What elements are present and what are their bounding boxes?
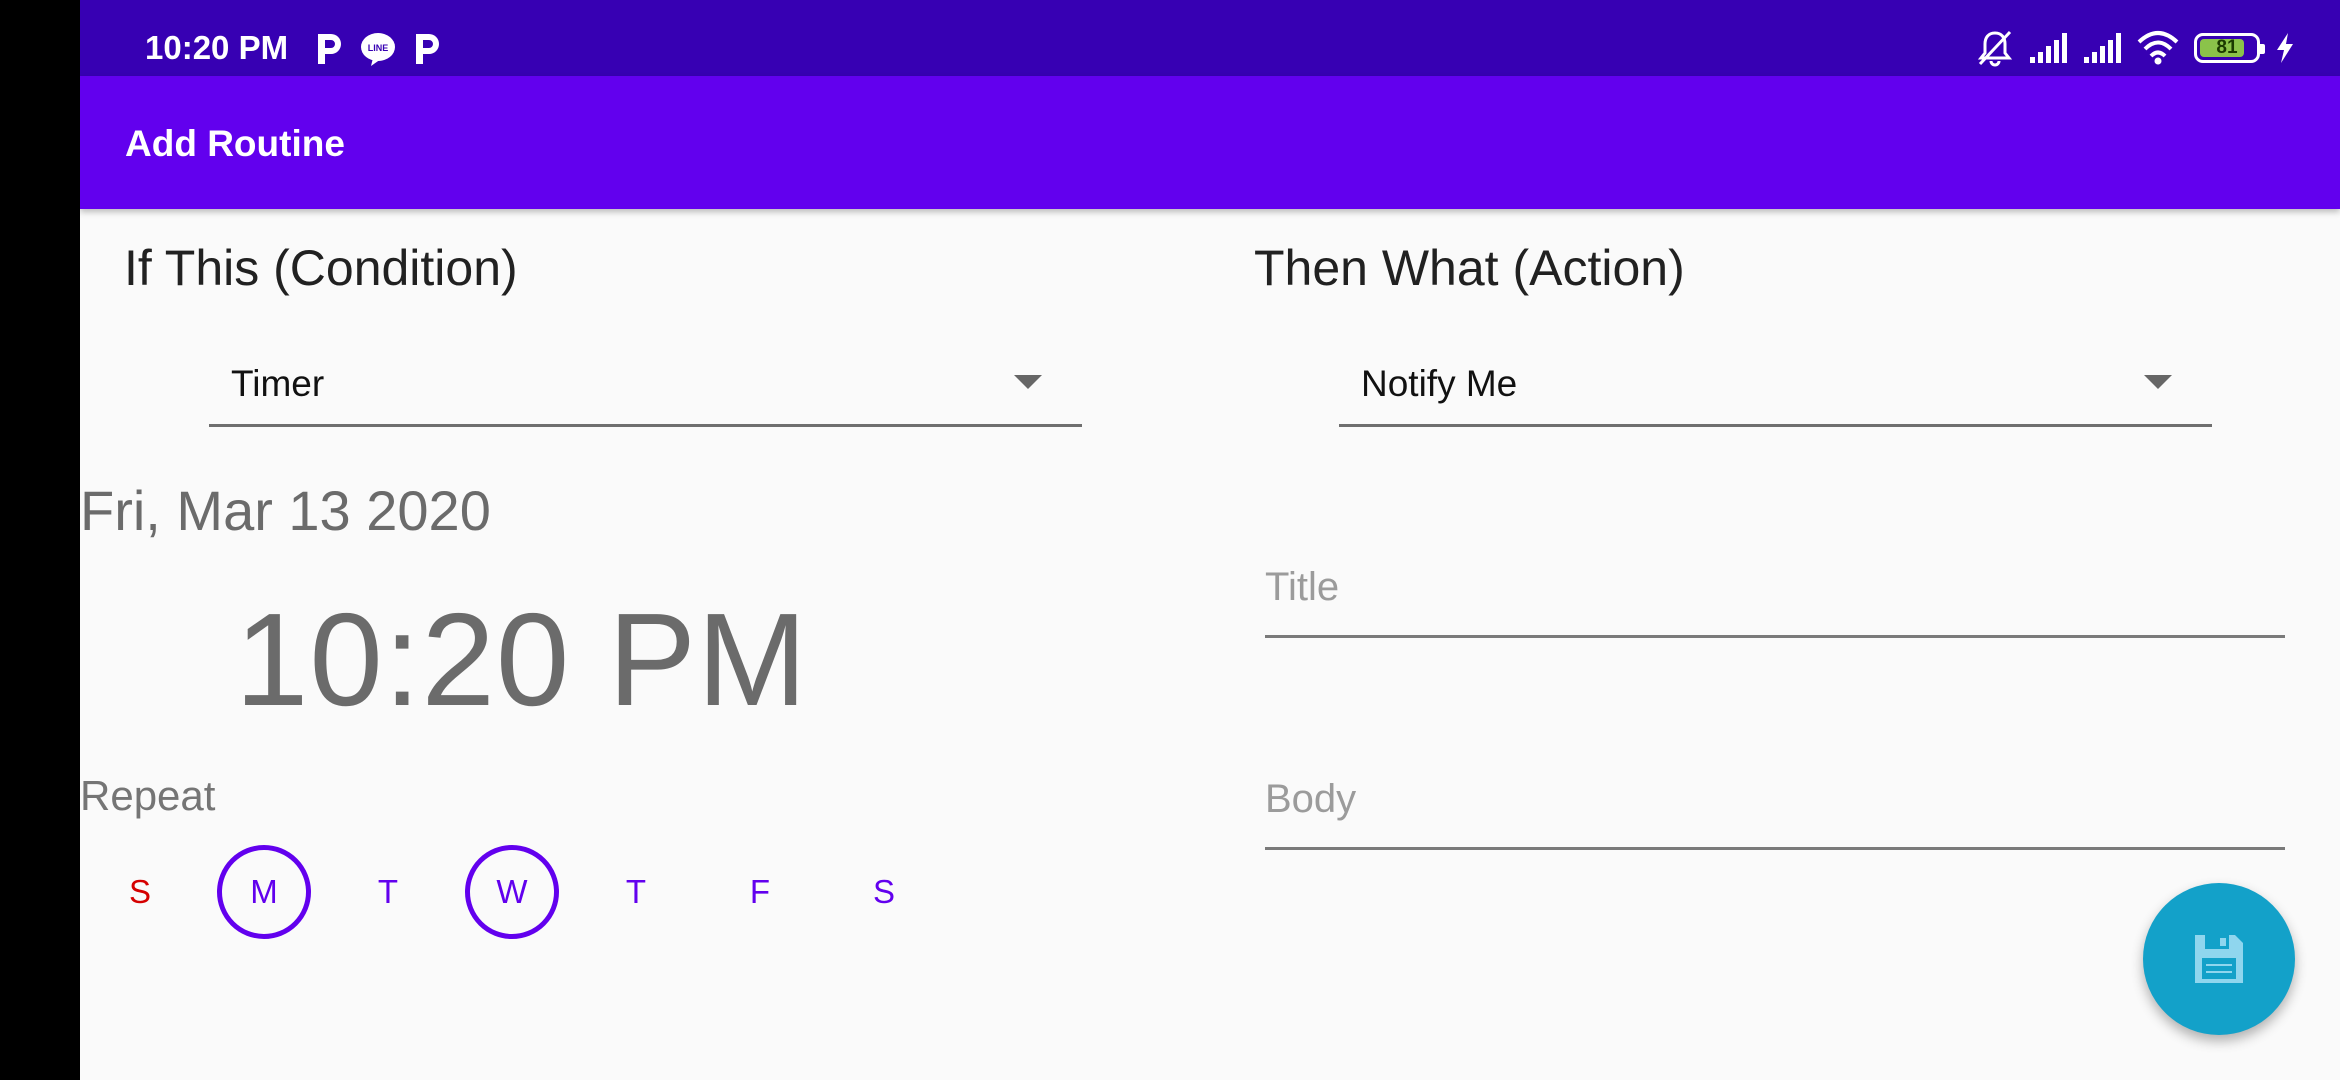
day-toggle-saturday[interactable]: S	[837, 845, 931, 939]
signal-icon	[2030, 33, 2067, 63]
condition-heading: If This (Condition)	[124, 240, 518, 296]
save-icon	[2195, 935, 2243, 983]
p-app-icon	[318, 34, 341, 64]
title-field[interactable]	[1265, 554, 2285, 638]
battery-icon: 81	[2194, 33, 2265, 63]
p-app-icon	[416, 34, 439, 64]
status-time: 10:20 PM	[145, 29, 289, 66]
body-field[interactable]	[1265, 766, 2285, 850]
charging-icon	[2277, 33, 2293, 63]
line-app-icon: LINE	[361, 33, 395, 66]
day-toggle-monday[interactable]: M	[217, 845, 311, 939]
condition-spinner[interactable]: Timer	[209, 347, 1082, 427]
signal-icon	[2084, 33, 2121, 63]
page-title: Add Routine	[125, 123, 345, 164]
app-bar: Add Routine	[80, 76, 2340, 209]
day-toggle-wednesday[interactable]: W	[465, 845, 559, 939]
day-toggle-sunday[interactable]: S	[93, 845, 187, 939]
status-bar: 10:20 PM LINE 81	[80, 0, 2340, 76]
day-toggle-friday[interactable]: F	[713, 845, 807, 939]
time-picker[interactable]: 10:20 PM	[235, 582, 808, 738]
screen: 10:20 PM LINE 81 Add Routine If This (Co…	[80, 0, 2340, 1080]
svg-text:LINE: LINE	[368, 43, 389, 53]
dropdown-arrow-icon	[1014, 375, 1042, 389]
repeat-label: Repeat	[80, 772, 216, 819]
day-toggle-tuesday[interactable]: T	[341, 845, 435, 939]
save-button[interactable]	[2143, 883, 2295, 1035]
action-spinner[interactable]: Notify Me	[1339, 347, 2212, 427]
day-toggle-thursday[interactable]: T	[589, 845, 683, 939]
action-heading: Then What (Action)	[1254, 240, 1685, 296]
wifi-icon	[2137, 31, 2179, 65]
battery-level: 81	[2216, 37, 2238, 58]
date-picker[interactable]: Fri, Mar 13 2020	[80, 478, 491, 544]
body-input[interactable]	[1265, 774, 2285, 824]
condition-spinner-value: Timer	[231, 363, 325, 404]
title-input[interactable]	[1265, 562, 2285, 612]
dropdown-arrow-icon	[2144, 375, 2172, 389]
bell-off-icon	[1977, 30, 2013, 67]
action-spinner-value: Notify Me	[1361, 363, 1518, 404]
status-icons: 81	[1976, 24, 2296, 72]
